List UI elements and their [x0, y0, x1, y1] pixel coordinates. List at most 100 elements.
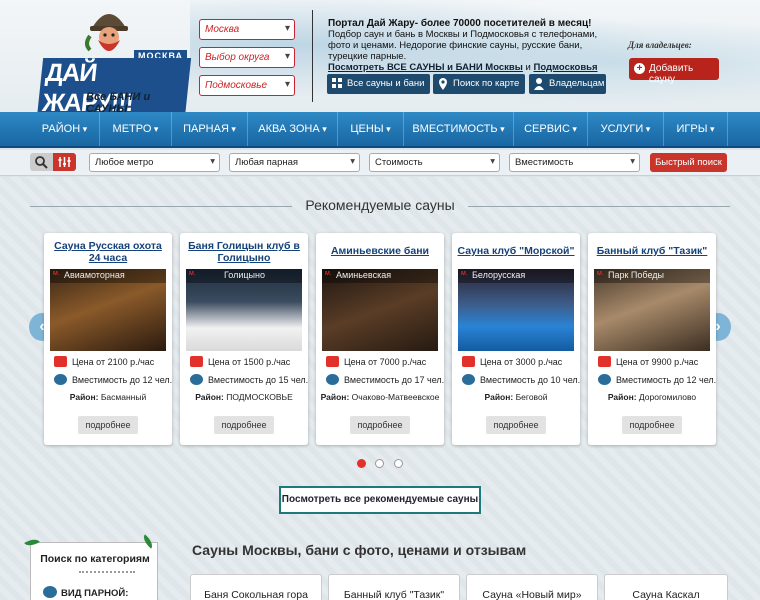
- recommended-title: Рекомендуемые сауны: [305, 197, 455, 213]
- all-saunas-link[interactable]: Посмотреть ВСЕ САУНЫ и БАНИ Москвы: [328, 62, 523, 73]
- nav-item-prices[interactable]: ЦЕНЫ: [338, 112, 404, 146]
- price-row: Цена от 3000 р./час: [462, 356, 562, 367]
- sauna-card: Аминьевские бани Аминьевская Цена от 700…: [316, 233, 444, 445]
- all-saunas-button-label: Все сауны и бани: [347, 78, 425, 89]
- sauna-card: Банный клуб "Тазик" Парк Победы Цена от …: [588, 233, 716, 445]
- price-filter-select[interactable]: Стоимость: [369, 153, 500, 172]
- list-item[interactable]: Баня Сокольная гора: [190, 574, 322, 600]
- carousel-dot[interactable]: [357, 459, 366, 468]
- sauna-photo[interactable]: Белорусская: [458, 269, 574, 351]
- people-icon: [190, 374, 203, 385]
- wallet-icon: [326, 356, 339, 367]
- plus-icon: +: [634, 63, 645, 74]
- metro-station: Авиамоторная: [50, 269, 166, 283]
- search-toggle[interactable]: [30, 153, 76, 171]
- wallet-icon: [462, 356, 475, 367]
- owners-button[interactable]: Владельцам: [529, 74, 606, 94]
- podmoskovye-link[interactable]: Подмосковья: [533, 62, 597, 73]
- more-button[interactable]: подробнее: [622, 416, 682, 434]
- list-item[interactable]: Сауна «Новый мир»: [466, 574, 598, 600]
- sauna-card: Сауна клуб "Морской" Белорусская Цена от…: [452, 233, 580, 445]
- metro-filter-select[interactable]: Любое метро: [89, 153, 220, 172]
- leaf-icon: [24, 535, 40, 550]
- region-select[interactable]: Подмосковье: [199, 75, 295, 96]
- more-button[interactable]: подробнее: [78, 416, 138, 434]
- nav-item-metro[interactable]: МЕТРО: [100, 112, 172, 146]
- sauna-photo[interactable]: Парк Победы: [594, 269, 710, 351]
- capacity-text: Вместимость до 12 чел.: [72, 375, 173, 385]
- list-item[interactable]: Сауна Каскал: [604, 574, 728, 600]
- more-button[interactable]: подробнее: [350, 416, 410, 434]
- sauna-photo[interactable]: Авиамоторная: [50, 269, 166, 351]
- sauna-photo[interactable]: Аминьевская: [322, 269, 438, 351]
- info-link-and: и: [522, 62, 534, 73]
- capacity-filter-select[interactable]: Вместимость: [509, 153, 640, 172]
- map-pin-icon: [439, 78, 447, 90]
- grid-icon: [332, 78, 342, 88]
- search-mode-button[interactable]: [30, 153, 53, 171]
- district-select[interactable]: Выбор округа: [199, 47, 295, 68]
- district-value: Дорогомилово: [638, 392, 697, 402]
- steam-filter-select[interactable]: Любая парная: [229, 153, 360, 172]
- header-info: Портал Дай Жару- более 70000 посетителей…: [328, 18, 620, 73]
- nav-item-district[interactable]: РАЙОН: [30, 112, 100, 146]
- nav-item-extras[interactable]: УСЛУГИ: [588, 112, 664, 146]
- sauna-card-title[interactable]: Сауна Русская охота 24 часа: [48, 240, 168, 264]
- list-item[interactable]: Банный клуб "Тазик": [328, 574, 460, 600]
- district-label: Район:: [195, 392, 224, 402]
- filter-bar: Любое метро Любая парная Стоимость Вмест…: [0, 150, 760, 176]
- nav-item-aqua[interactable]: АКВА ЗОНА: [248, 112, 338, 146]
- all-saunas-button[interactable]: Все сауны и бани: [327, 74, 431, 94]
- map-search-button-label: Поиск по карте: [453, 78, 520, 89]
- district-row: Район: Дорогомилово: [588, 392, 716, 402]
- owners-button-label: Владельцам: [549, 78, 605, 89]
- map-search-button[interactable]: Поиск по карте: [433, 74, 526, 94]
- site-logo[interactable]: МОСКВА ДАЙ ЖАРУ!!! Все БАНИ и САУНЫ: [36, 6, 192, 118]
- wave-divider: [79, 571, 135, 577]
- sauna-photo[interactable]: Голицыно: [186, 269, 302, 351]
- price-text: Цена от 2100 р./час: [72, 357, 155, 367]
- carousel-dot[interactable]: [394, 459, 403, 468]
- user-icon: [534, 78, 544, 90]
- capacity-row: Вместимость до 17 чел.: [326, 374, 444, 385]
- district-label: Район:: [320, 392, 350, 402]
- nav-item-service[interactable]: СЕРВИС: [514, 112, 588, 146]
- filter-mode-button[interactable]: [53, 153, 76, 171]
- sauna-card-title[interactable]: Сауна клуб "Морской": [456, 245, 576, 269]
- metro-station: Белорусская: [458, 269, 574, 283]
- metro-station: Голицыно: [186, 269, 302, 283]
- category-search-box: Поиск по категориям ВИД ПАРНОЙ:: [24, 534, 158, 600]
- steam-type-label: ВИД ПАРНОЙ:: [61, 588, 129, 599]
- add-sauna-button[interactable]: + Добавить сауну: [629, 58, 719, 85]
- gnome-mascot-icon: [85, 14, 128, 52]
- price-text: Цена от 7000 р./час: [344, 357, 427, 367]
- sauna-card-title[interactable]: Банный клуб "Тазик": [592, 245, 712, 269]
- header-divider: [312, 10, 313, 102]
- people-icon: [462, 374, 475, 385]
- carousel-dot[interactable]: [375, 459, 384, 468]
- district-row: Район: ПОДМОСКОВЬЕ: [180, 392, 308, 402]
- sauna-card-title[interactable]: Аминьевские бани: [320, 245, 440, 269]
- nav-item-games[interactable]: ИГРЫ: [664, 112, 728, 146]
- nav-item-steam[interactable]: ПАРНАЯ: [172, 112, 248, 146]
- quick-search-button[interactable]: Быстрый поиск: [650, 153, 727, 172]
- leaf-icon: [140, 534, 156, 549]
- more-button[interactable]: подробнее: [214, 416, 274, 434]
- category-search-title: Поиск по категориям: [40, 553, 150, 565]
- sauna-list-title: Сауны Москвы, бани с фото, ценами и отзы…: [192, 542, 527, 558]
- sauna-card-title[interactable]: Баня Голицын клуб в Голицыно: [184, 240, 304, 264]
- district-row: Район: Очаково-Матвеевское: [316, 392, 444, 402]
- district-value: Очаково-Матвеевское: [351, 392, 440, 402]
- district-value: ПОДМОСКОВЬЕ: [226, 392, 293, 402]
- more-button[interactable]: подробнее: [486, 416, 546, 434]
- capacity-row: Вместимость до 10 чел.: [462, 374, 580, 385]
- nav-item-capacity[interactable]: ВМЕСТИМОСТЬ: [404, 112, 514, 146]
- all-recommended-button[interactable]: Посмотреть все рекомендуемые сауны: [279, 486, 481, 514]
- price-row: Цена от 2100 р./час: [54, 356, 155, 367]
- district-row: Район: Басманный: [44, 392, 172, 402]
- info-text: Подбор саун и бань в Москвы и Подмосковь…: [328, 29, 598, 62]
- main-content: Рекомендуемые сауны ‹ › Сауна Русская ох…: [0, 177, 760, 600]
- sliders-icon: [58, 157, 71, 167]
- metro-station: Парк Победы: [594, 269, 710, 283]
- city-select[interactable]: Москва: [199, 19, 295, 40]
